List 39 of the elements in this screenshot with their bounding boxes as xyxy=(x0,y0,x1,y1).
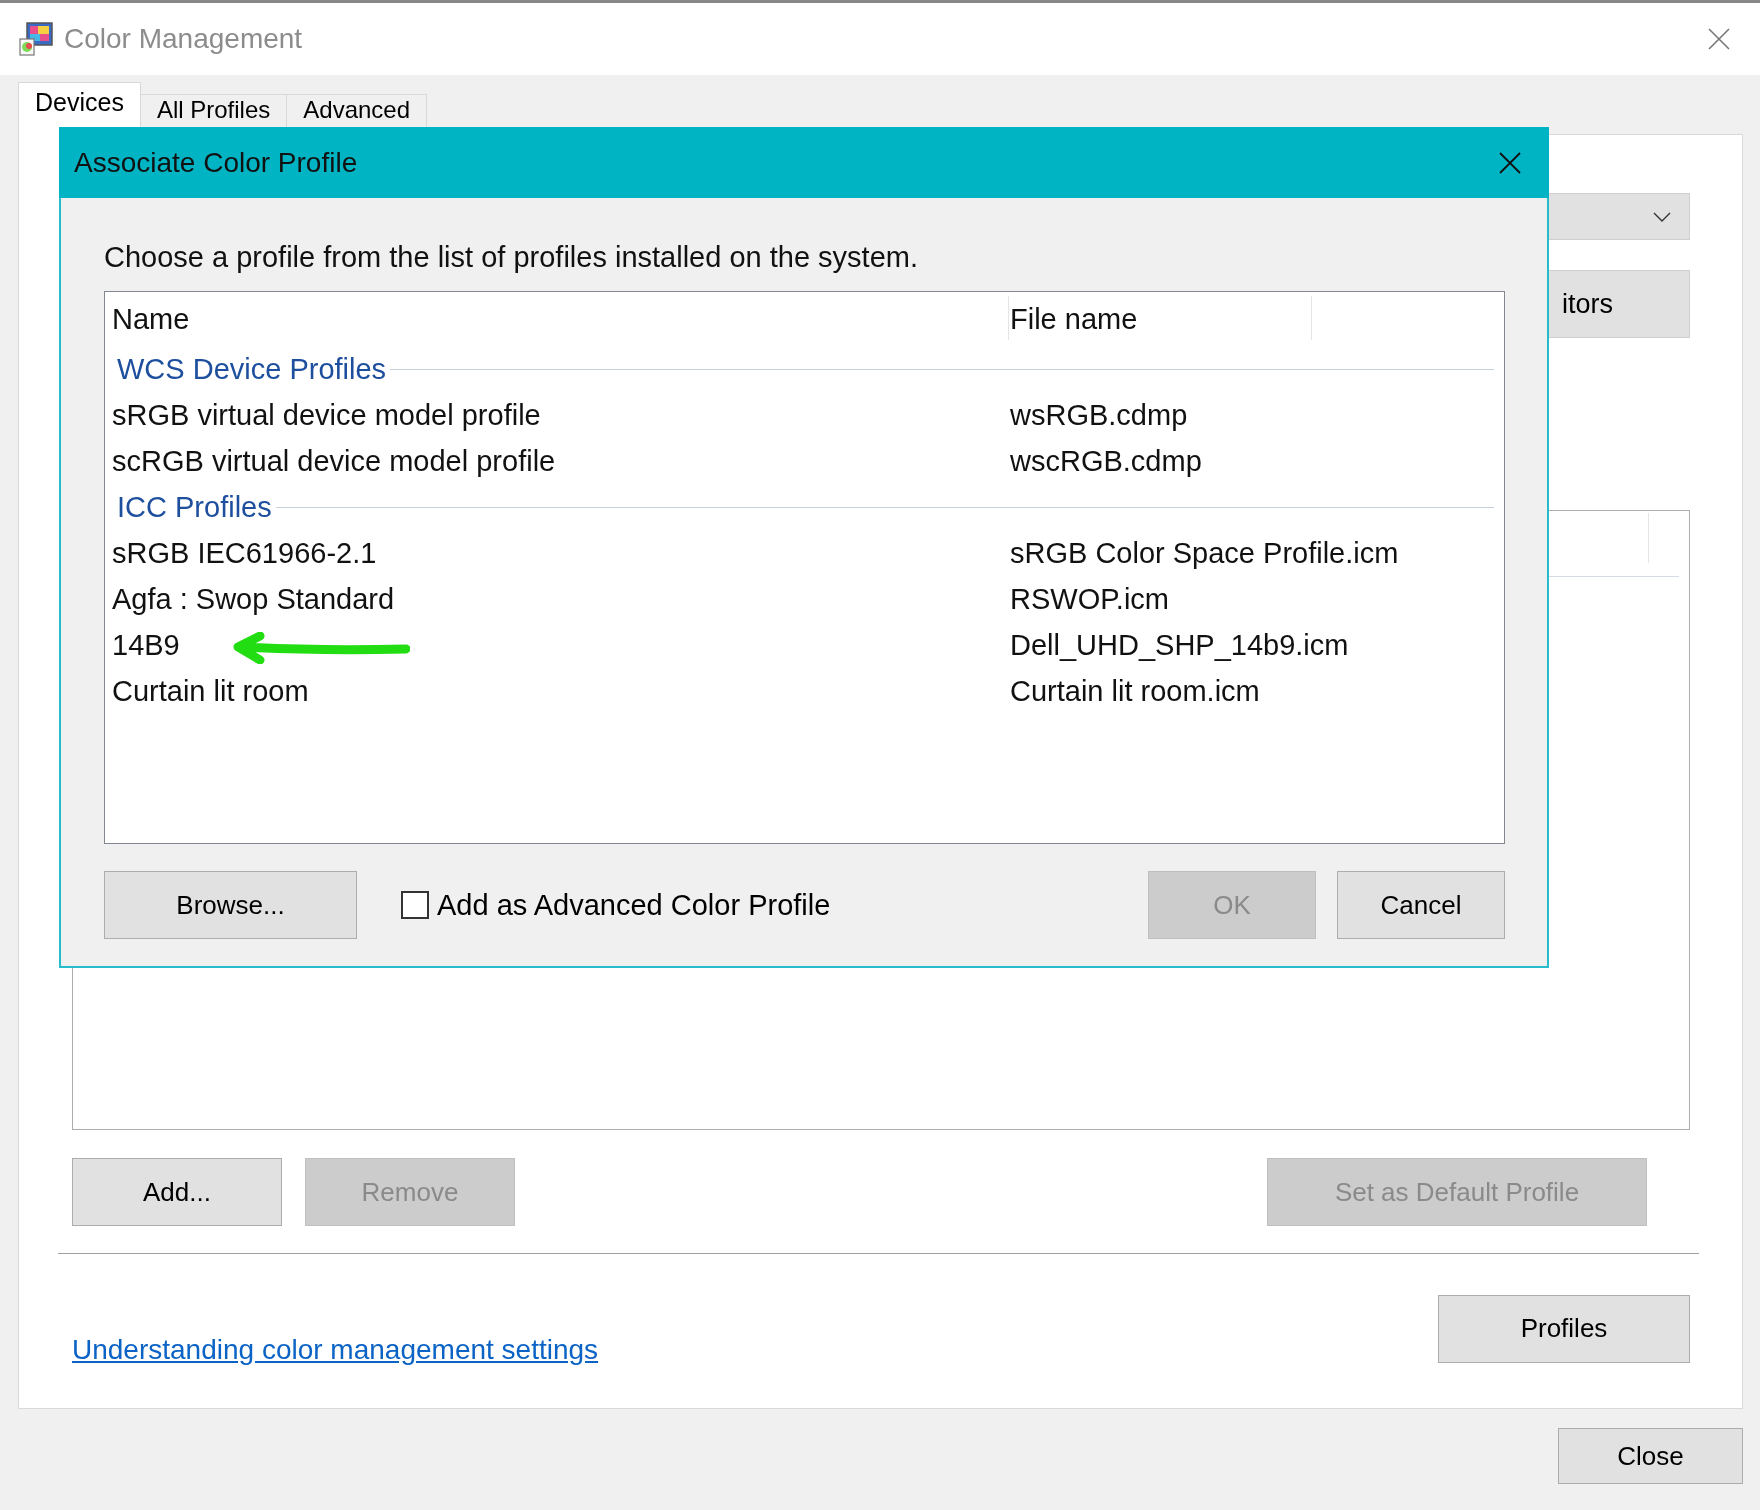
advanced-checkbox[interactable]: Add as Advanced Color Profile xyxy=(401,888,831,922)
profile-row[interactable]: Agfa : Swop Standard RSWOP.icm xyxy=(105,576,1504,622)
profiles-button[interactable]: Profiles xyxy=(1438,1294,1690,1363)
profile-name: sRGB IEC61966-2.1 xyxy=(112,536,377,569)
close-icon[interactable] xyxy=(1708,28,1730,50)
profile-file-name: wscRGB.cdmp xyxy=(1010,444,1202,478)
profile-name: 14B9 xyxy=(112,628,180,661)
monitor-icon xyxy=(18,21,54,57)
column-header[interactable]: Name xyxy=(105,302,1010,336)
profile-row[interactable]: sRGB IEC61966-2.1 sRGB Color Space Profile.icm xyxy=(105,530,1504,576)
profile-file-name: Curtain lit room.icm xyxy=(1010,674,1260,708)
profile-name: sRGB virtual device model profile xyxy=(112,398,541,431)
profile-name: scRGB virtual device model profile xyxy=(112,444,556,477)
profile-row[interactable]: 14B9 Dell_UHD_SHP_14b9.icm xyxy=(105,622,1504,668)
browse-button[interactable]: Browse... xyxy=(104,871,357,939)
window-title: Color Management xyxy=(64,23,304,55)
dialog-title: Associate Color Profile xyxy=(74,146,359,179)
monitors-button[interactable]: itors xyxy=(1548,270,1690,338)
help-link[interactable]: Understanding color management settings xyxy=(72,1334,599,1366)
profile-file-name: sRGB Color Space Profile.icm xyxy=(1010,536,1399,570)
chevron-down-icon xyxy=(1653,211,1671,222)
profile-file-name: Dell_UHD_SHP_14b9.icm xyxy=(1010,628,1349,662)
dialog-prompt: Choose a profile from the list of profiles installed on the system. xyxy=(104,240,919,274)
profile-name: Agfa : Swop Standard xyxy=(112,582,395,615)
profile-name: Curtain lit room xyxy=(112,674,309,707)
profile-row[interactable]: Curtain lit room Curtain lit room.icm xyxy=(105,668,1504,714)
close-icon[interactable] xyxy=(1499,151,1521,174)
profile-file-name: RSWOP.icm xyxy=(1010,582,1169,616)
column-header[interactable]: File name xyxy=(1010,302,1138,336)
profile-file-name: wsRGB.cdmp xyxy=(1010,398,1188,432)
checkbox[interactable] xyxy=(401,891,429,919)
tab[interactable]: Devices xyxy=(18,82,141,135)
profile-row[interactable]: scRGB virtual device model profile wscRGB.cdmp xyxy=(105,438,1504,484)
profile-row[interactable]: sRGB virtual device model profile wsRGB.cdmp xyxy=(105,392,1504,438)
add-button[interactable]: Add... xyxy=(72,1158,282,1226)
close-button[interactable]: Close xyxy=(1558,1428,1743,1484)
group-header: ICC Profiles xyxy=(117,490,272,524)
cancel-button[interactable]: Cancel xyxy=(1337,871,1505,939)
group-header: WCS Device Profiles xyxy=(117,352,387,386)
